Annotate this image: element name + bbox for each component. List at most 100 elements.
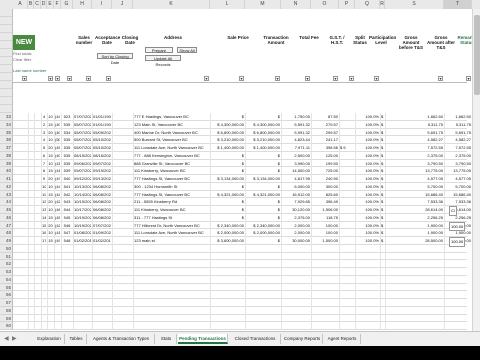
cell-l[interactable]: $ — [211, 214, 244, 222]
cell-r[interactable]: $ — [381, 183, 384, 191]
filter-dropdown-t-icon[interactable]: ▾ — [466, 76, 471, 81]
row-header-frozen[interactable] — [0, 73, 13, 81]
table-row[interactable]: 815(41)53909/07/202209/19/2022 111 Kinsbe… — [13, 167, 473, 175]
cell-h[interactable]: 07/07/2022 — [74, 113, 91, 121]
cell-l[interactable]: $ — [211, 167, 244, 175]
cell-i[interactable]: 05/09/2022 — [93, 129, 111, 137]
row-header[interactable]: 39 — [0, 159, 13, 168]
cell-l[interactable]: $ 4,300,000.00 — [211, 121, 244, 129]
cell-h[interactable]: 10/14/2022 — [74, 191, 91, 199]
table-row[interactable]: 215(40)53505/07/202201/01/1900 123 Main S… — [13, 120, 473, 129]
cell-h[interactable]: 05/07/2022 — [74, 121, 91, 129]
row-header-frozen[interactable] — [0, 105, 13, 113]
cell-g[interactable]: 542 — [62, 191, 72, 199]
cell-g[interactable]: 535 — [62, 144, 72, 152]
cell-i[interactable]: 06/08/2022 — [93, 214, 111, 222]
cell-t[interactable]: 13,775.00 — [445, 167, 471, 175]
sheet-tab[interactable]: Agents & Transaction Types — [88, 334, 155, 344]
table-row[interactable]: 1010(44)54110/13/202206/08/2022300 - 123… — [13, 182, 473, 191]
cell-t[interactable]: 4,582.27 — [445, 136, 471, 144]
cell-o[interactable]: 299.57 — [312, 129, 338, 137]
row-header[interactable]: 49 — [0, 237, 13, 245]
cell-f[interactable]: (41) — [55, 167, 60, 175]
cell-q[interactable]: 100.0% — [356, 152, 379, 160]
cell-p[interactable] — [340, 229, 354, 237]
cell-t[interactable]: 5,311.75 — [445, 121, 471, 129]
cell-t[interactable]: 5,691.75 — [445, 129, 471, 137]
cell-l[interactable]: $ 3,600,000.00 — [211, 237, 244, 245]
row-header-frozen[interactable] — [0, 17, 13, 25]
column-header-a[interactable]: A — [13, 0, 28, 9]
table-row[interactable] — [13, 306, 473, 315]
cell-q[interactable]: 100.0% — [356, 175, 379, 183]
cell-g[interactable]: 535 — [62, 160, 72, 168]
column-header-s[interactable]: S — [385, 0, 444, 9]
cell-p[interactable] — [340, 214, 354, 222]
cell-h[interactable]: 10/17/2022 — [74, 206, 91, 214]
cell-r[interactable]: $ — [381, 113, 384, 121]
column-header-o[interactable]: O — [311, 0, 339, 9]
row-header[interactable]: 42 — [0, 182, 13, 191]
cell-l[interactable]: $ — [211, 160, 244, 168]
cell-h[interactable]: 05/07/2022 — [74, 136, 91, 144]
cell-d[interactable]: 11 — [42, 191, 46, 199]
cell-r[interactable]: $ — [381, 129, 384, 137]
cell-k[interactable]: 111 Kinsberry, Vancouver BC — [134, 206, 209, 214]
row-header[interactable]: 60 — [0, 322, 13, 330]
row-header[interactable]: 45 — [0, 206, 13, 214]
filter-dropdown-m-icon[interactable]: ▾ — [275, 76, 280, 81]
filter-dropdown-i-icon[interactable]: ▾ — [106, 76, 111, 81]
cell-f[interactable]: (42) — [55, 222, 60, 230]
cell-m[interactable]: $ — [246, 198, 280, 206]
table-row[interactable]: 520(45)53505/07/202205/10/2022 111 Lonsda… — [13, 144, 473, 152]
cell-h[interactable]: 09/06/2022 — [74, 160, 91, 168]
row-header[interactable]: 59 — [0, 314, 13, 323]
cell-p[interactable] — [340, 191, 354, 199]
column-header-p[interactable]: P — [339, 0, 355, 9]
table-row[interactable]: 1520(42)54610/19/202207/07/2022 777 Hillc… — [13, 221, 473, 230]
cell-m[interactable]: $ — [246, 183, 280, 191]
cell-q[interactable]: 100.0% — [356, 144, 379, 152]
prev-sheet-icon[interactable]: ◀ — [4, 335, 9, 342]
column-header-h[interactable]: H — [73, 0, 92, 9]
cell-f[interactable]: (44) — [55, 113, 60, 121]
cell-e[interactable]: 10 — [48, 136, 53, 144]
cell-e[interactable]: 20 — [48, 175, 53, 183]
table-row[interactable]: 1610(41)54701/08/202301/09/2023 111 Lonsd… — [13, 229, 473, 237]
cell-s[interactable]: 2,256.25 — [386, 214, 443, 222]
column-header-g[interactable]: G — [61, 0, 73, 9]
cell-t[interactable]: 7,533.36 — [445, 198, 471, 206]
filter-dropdown-g-icon[interactable]: ▾ — [67, 76, 72, 81]
filter-dropdown-e-icon[interactable]: ▾ — [48, 76, 53, 81]
cell-k[interactable]: 111 Lonsdale Ave, North Vancouver BC — [134, 144, 209, 152]
table-row[interactable]: 410(50)53505/07/202205/10/2022 500 Burrar… — [13, 136, 473, 144]
cell-n[interactable]: 2,000.00 — [282, 229, 310, 237]
row-header[interactable]: 51 — [0, 252, 13, 261]
cell-s[interactable]: 13,775.00 — [386, 167, 443, 175]
cell-m[interactable]: $ 3,134,000.00 — [246, 175, 280, 183]
cell-k[interactable]: 400 Marine Dr, North Vancouver BC — [134, 129, 209, 137]
row-header-frozen[interactable] — [0, 49, 13, 57]
cell-r[interactable]: $ — [381, 237, 384, 245]
cell-o[interactable]: 396.49 — [312, 198, 338, 206]
prepare-report-button[interactable]: Prepare Report — [145, 47, 173, 59]
row-header-frozen[interactable] — [0, 57, 13, 65]
column-header-i[interactable]: I — [92, 0, 112, 9]
vertical-scrollbar[interactable] — [472, 9, 480, 331]
cell-f[interactable]: (45) — [55, 144, 60, 152]
cell-s[interactable]: 5,311.75 — [386, 121, 443, 129]
cell-k[interactable]: 111 Lonsdale Ave, North Vancouver BC — [134, 229, 209, 237]
cell-f[interactable]: (40) — [55, 152, 60, 160]
row-header[interactable]: 53 — [0, 268, 13, 276]
cell-p[interactable] — [340, 121, 354, 129]
cell-p[interactable] — [340, 129, 354, 137]
cell-n[interactable]: 30,120.00 — [282, 206, 310, 214]
cell-r[interactable]: $ — [381, 136, 384, 144]
column-header-f[interactable]: F — [54, 0, 61, 9]
cell-d[interactable]: 12 — [42, 198, 46, 206]
cell-r[interactable]: $ — [381, 198, 384, 206]
cell-n[interactable]: 14,500.00 — [282, 167, 310, 175]
cell-l[interactable]: $ 3,134,000.00 — [211, 175, 244, 183]
cell-r[interactable]: $ — [381, 160, 384, 168]
cell-e[interactable]: 10 — [48, 229, 53, 237]
